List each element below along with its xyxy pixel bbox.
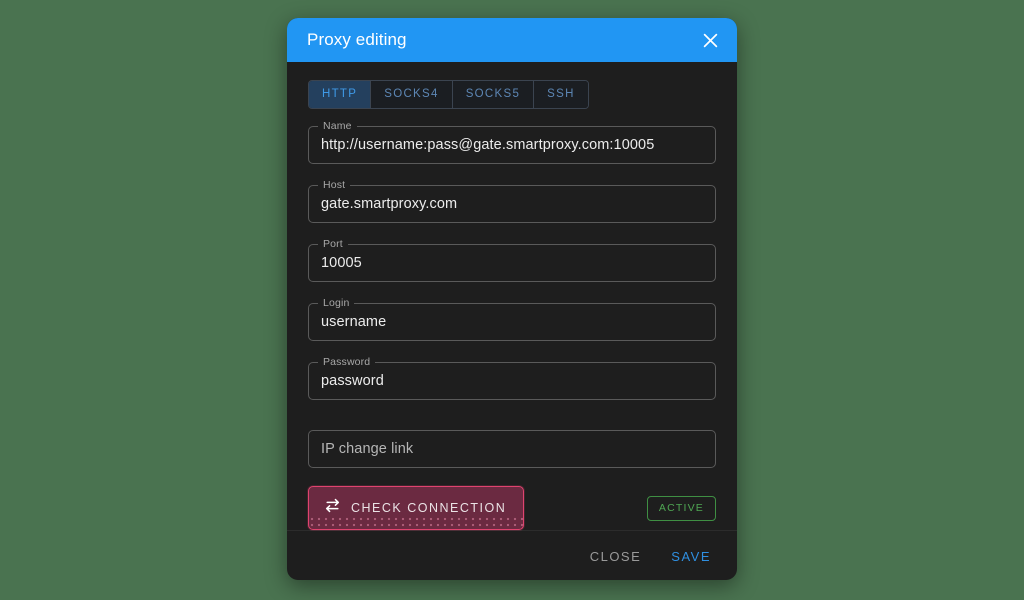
tab-socks5-label: SOCKS5 bbox=[465, 88, 521, 100]
button-ripple bbox=[309, 516, 524, 529]
action-row: CHECK CONNECTION ACTIVE bbox=[308, 486, 716, 530]
protocol-tabs: HTTP SOCKS4 SOCKS5 SSH bbox=[308, 80, 589, 109]
tab-http-label: HTTP bbox=[322, 88, 358, 100]
login-field[interactable]: Login username bbox=[308, 297, 716, 341]
status-badge[interactable]: ACTIVE bbox=[646, 495, 716, 521]
tab-http[interactable]: HTTP bbox=[309, 81, 372, 108]
login-field-value: username bbox=[321, 314, 387, 330]
password-field-label: Password bbox=[318, 356, 376, 368]
name-field[interactable]: Name http://username:pass@gate.smartprox… bbox=[308, 120, 716, 164]
close-icon bbox=[702, 32, 719, 49]
host-field-label: Host bbox=[318, 179, 351, 191]
dialog-body: HTTP SOCKS4 SOCKS5 SSH Name http://usern… bbox=[287, 62, 737, 530]
close-dialog-button[interactable]: CLOSE bbox=[588, 545, 644, 568]
swap-horizontal-icon bbox=[324, 498, 341, 518]
port-field[interactable]: Port 10005 bbox=[308, 238, 716, 282]
save-button[interactable]: SAVE bbox=[669, 545, 713, 568]
dialog-title: Proxy editing bbox=[307, 30, 407, 49]
name-field-value: http://username:pass@gate.smartproxy.com… bbox=[321, 137, 655, 153]
close-button[interactable] bbox=[697, 27, 723, 53]
ip-change-link-placeholder: IP change link bbox=[321, 441, 414, 457]
dialog-titlebar: Proxy editing bbox=[287, 18, 737, 62]
status-badge-label: ACTIVE bbox=[658, 501, 704, 514]
port-field-value: 10005 bbox=[321, 255, 362, 271]
tab-socks5[interactable]: SOCKS5 bbox=[452, 81, 535, 108]
tab-ssh[interactable]: SSH bbox=[534, 81, 588, 108]
password-field[interactable]: Password password bbox=[308, 356, 716, 400]
dialog-footer: CLOSE SAVE bbox=[287, 530, 737, 580]
tab-socks4-label: SOCKS4 bbox=[384, 88, 439, 100]
name-field-label: Name bbox=[318, 120, 357, 132]
check-connection-label: CHECK CONNECTION bbox=[351, 501, 507, 515]
login-field-label: Login bbox=[318, 297, 355, 309]
ip-change-link-field[interactable]: IP change link bbox=[308, 430, 716, 468]
tab-socks4[interactable]: SOCKS4 bbox=[371, 81, 453, 108]
password-field-value: password bbox=[321, 373, 384, 389]
host-field[interactable]: Host gate.smartproxy.com bbox=[308, 179, 716, 223]
check-connection-button[interactable]: CHECK CONNECTION bbox=[308, 486, 525, 530]
host-field-value: gate.smartproxy.com bbox=[321, 196, 458, 212]
tab-ssh-label: SSH bbox=[547, 88, 575, 100]
port-field-label: Port bbox=[318, 238, 348, 250]
proxy-editing-dialog: Proxy editing HTTP SOCKS4 SOCKS5 SSH Nam… bbox=[287, 18, 737, 580]
